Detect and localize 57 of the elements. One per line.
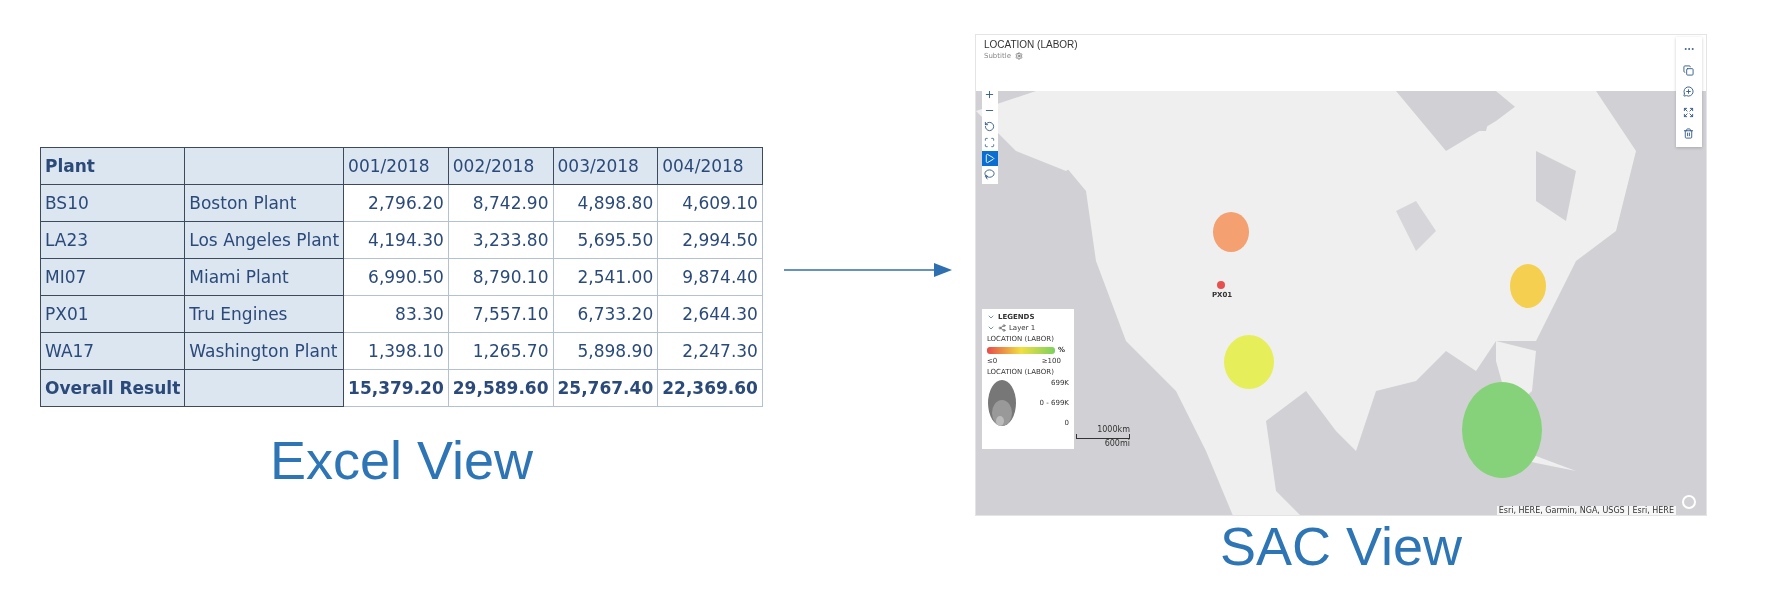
value-cell: 1,265.70: [448, 332, 553, 370]
value-cell: 2,541.00: [553, 258, 658, 296]
total-cell: 22,369.60: [657, 369, 763, 407]
layer-icon: [997, 324, 1006, 332]
comment-icon[interactable]: [1683, 86, 1695, 97]
total-label: Overall Result: [40, 369, 185, 407]
column-header: 003/2018: [553, 147, 658, 185]
gear-icon[interactable]: [1014, 52, 1023, 60]
copy-icon[interactable]: [1683, 65, 1695, 76]
plant-code: WA17: [40, 332, 185, 370]
column-header: Plant: [40, 147, 185, 185]
scale-km: 1000km: [1097, 425, 1130, 434]
value-cell: 5,695.50: [553, 221, 658, 259]
scale-bar: [1075, 434, 1130, 439]
total-cell: 29,589.60: [448, 369, 553, 407]
caption: SAC View: [1219, 515, 1462, 577]
value-cell: 2,644.30: [657, 295, 763, 333]
plant-name: Miami Plant: [184, 258, 344, 296]
value-cell: 4,609.10: [657, 184, 763, 222]
value-cell: 3,233.80: [448, 221, 553, 259]
value-cell: 8,790.10: [448, 258, 553, 296]
value-cell: 8,742.90: [448, 184, 553, 222]
value-cell: 4,898.80: [553, 184, 658, 222]
column-header: 004/2018: [657, 147, 763, 185]
arrow-icon: [783, 262, 952, 278]
size-circles-icon: [986, 379, 1017, 427]
plant-name: Boston Plant: [184, 184, 344, 222]
value-cell: 4,194.30: [343, 221, 449, 259]
plant-code: PX01: [40, 295, 185, 333]
column-header: 001/2018: [343, 147, 449, 185]
widget-title: LOCATION (LABOR): [983, 39, 1078, 50]
value-cell: 6,733.20: [553, 295, 658, 333]
total-cell: 15,379.20: [343, 369, 449, 407]
fullscreen-icon[interactable]: [1683, 107, 1695, 118]
map-attribution: Esri, HERE, Garmin, NGA, USGS | Esri, HERE: [1496, 506, 1676, 515]
value-cell: 2,796.20: [343, 184, 449, 222]
map-bubble[interactable]: [1216, 281, 1225, 289]
plant-code: MI07: [40, 258, 185, 296]
value-cell: 5,898.90: [553, 332, 658, 370]
trash-icon[interactable]: [1683, 128, 1695, 139]
value-cell: 2,994.50: [657, 221, 763, 259]
plant-name: Washington Plant: [184, 332, 344, 370]
plant-code: BS10: [40, 184, 185, 222]
value-cell: 1,398.10: [343, 332, 449, 370]
caption: Excel View: [269, 429, 534, 491]
value-cell: 6,990.50: [343, 258, 449, 296]
color-scale: [986, 346, 1055, 354]
value-cell: 83.30: [343, 295, 449, 333]
column-header: 002/2018: [448, 147, 553, 185]
total-cell: 25,767.40: [553, 369, 658, 407]
plant-name: Tru Engines: [184, 295, 344, 333]
value-cell: 7,557.10: [448, 295, 553, 333]
scale-mi: 600mi: [1104, 439, 1130, 448]
value-cell: 2,247.30: [657, 332, 763, 370]
plant-name: Los Angeles Plant: [184, 221, 344, 259]
value-cell: 9,874.40: [657, 258, 763, 296]
plant-code: LA23: [40, 221, 185, 259]
